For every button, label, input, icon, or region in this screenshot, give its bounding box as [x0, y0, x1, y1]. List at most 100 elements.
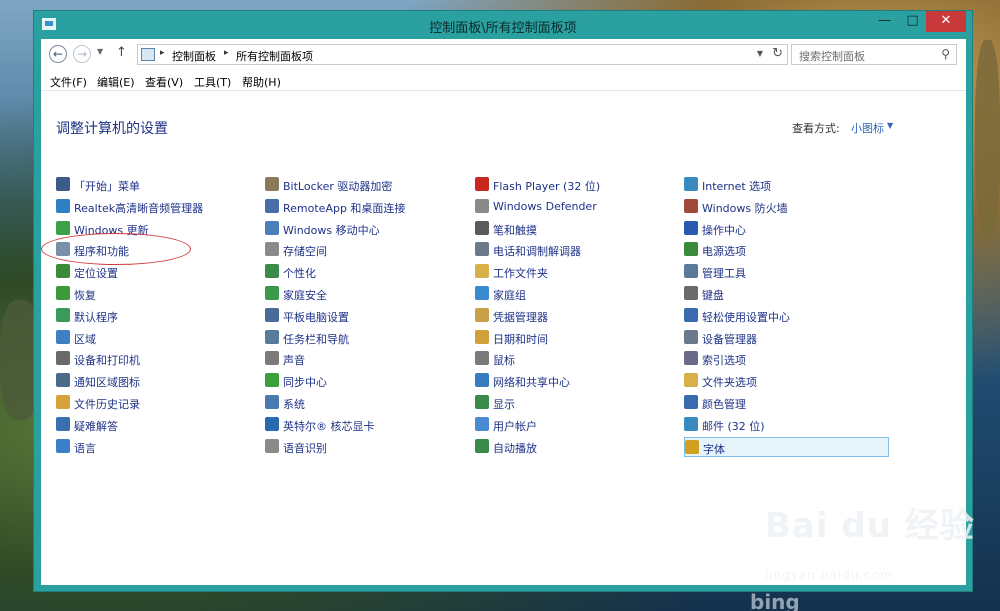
bitlocker-icon: [265, 177, 279, 191]
control-panel-item[interactable]: 颜色管理: [684, 393, 889, 413]
control-panel-item[interactable]: 笔和触摸: [475, 219, 680, 239]
default-programs-icon: [56, 307, 70, 322]
control-panel-item[interactable]: 工作文件夹: [475, 262, 680, 282]
search-icon[interactable]: ⚲: [941, 47, 950, 61]
control-panel-item[interactable]: 语言: [56, 437, 261, 457]
fonts-icon: [685, 439, 699, 454]
control-panel-item[interactable]: 设备管理器: [684, 328, 889, 348]
family-safety-icon: [265, 286, 279, 300]
control-panel-item[interactable]: 凭据管理器: [475, 306, 680, 326]
control-panel-item[interactable]: 疑难解答: [56, 415, 261, 435]
control-panel-item[interactable]: 显示: [475, 393, 680, 413]
breadcrumb-chevron-icon[interactable]: ▸: [160, 48, 165, 58]
forward-button[interactable]: →: [73, 45, 91, 63]
network-icon: [475, 373, 489, 388]
watermark-main: Bai du 经验: [765, 506, 975, 546]
chevron-down-icon[interactable]: ▼: [887, 121, 893, 130]
control-panel-item[interactable]: 声音: [265, 349, 470, 369]
control-panel-item-label: 显示: [493, 398, 515, 411]
control-panel-item[interactable]: 区域: [56, 328, 261, 348]
breadcrumb-all-items[interactable]: 所有控制面板项: [236, 48, 313, 64]
control-panel-item[interactable]: 存储空间: [265, 240, 470, 260]
personalization-icon: [265, 264, 279, 279]
maximize-button[interactable]: □: [900, 11, 925, 32]
menu-tools[interactable]: 工具(T): [194, 74, 231, 90]
control-panel-item-label: 用户帐户: [493, 419, 537, 433]
control-panel-item[interactable]: 文件历史记录: [56, 393, 261, 413]
control-panel-item[interactable]: 日期和时间: [475, 328, 680, 348]
control-panel-item[interactable]: 「开始」菜单: [56, 175, 261, 195]
keyboard-icon: [684, 286, 698, 300]
control-panel-item[interactable]: 个性化: [265, 262, 470, 282]
autoplay-icon: [475, 438, 489, 453]
control-panel-item[interactable]: 用户帐户: [475, 415, 680, 435]
control-panel-item[interactable]: 定位设置: [56, 262, 261, 282]
annotation-circle: [41, 233, 191, 265]
control-panel-item[interactable]: 默认程序: [56, 306, 261, 326]
control-panel-item[interactable]: RemoteApp 和桌面连接: [265, 197, 470, 217]
control-panel-item-label: 电源选项: [702, 245, 746, 259]
menu-view[interactable]: 查看(V): [145, 74, 183, 90]
taskbar-icon: [265, 329, 279, 344]
control-panel-item[interactable]: 自动播放: [475, 437, 680, 457]
control-panel-item-label: Realtek高清晰音频管理器: [74, 201, 204, 215]
control-panel-item[interactable]: 键盘: [684, 284, 889, 304]
recent-locations-icon[interactable]: ▼: [97, 47, 103, 56]
control-panel-item[interactable]: BitLocker 驱动器加密: [265, 175, 470, 195]
control-panel-item[interactable]: Windows 防火墙: [684, 197, 889, 217]
control-panel-item[interactable]: 恢复: [56, 284, 261, 304]
breadcrumb-control-panel[interactable]: 控制面板: [172, 48, 216, 64]
control-panel-item[interactable]: 设备和打印机: [56, 349, 261, 369]
control-panel-item[interactable]: 邮件 (32 位): [684, 415, 889, 435]
control-panel-item-label: 平板电脑设置: [283, 310, 349, 324]
control-panel-item[interactable]: 系统: [265, 393, 470, 413]
control-panel-item[interactable]: 索引选项: [684, 349, 889, 369]
address-field[interactable]: ▸ 控制面板 ▸ 所有控制面板项 ▼ ↻: [137, 44, 788, 65]
breadcrumb-chevron-icon[interactable]: ▸: [224, 48, 229, 58]
control-panel-item[interactable]: 网络和共享中心: [475, 371, 680, 391]
control-panel-item[interactable]: 鼠标: [475, 349, 680, 369]
menu-edit[interactable]: 编辑(E): [97, 74, 135, 90]
minimize-button[interactable]: —: [872, 11, 897, 32]
control-panel-item[interactable]: 平板电脑设置: [265, 306, 470, 326]
control-panel-item[interactable]: Windows 移动中心: [265, 219, 470, 239]
control-panel-item[interactable]: 操作中心: [684, 219, 889, 239]
control-panel-item[interactable]: Flash Player (32 位): [475, 175, 680, 195]
control-panel-item[interactable]: 家庭组: [475, 284, 680, 304]
view-by-dropdown[interactable]: 小图标: [851, 120, 884, 136]
control-panel-item[interactable]: 同步中心: [265, 371, 470, 391]
control-panel-item[interactable]: 管理工具: [684, 262, 889, 282]
back-button[interactable]: ←: [49, 45, 67, 63]
windows-defender-icon: [475, 198, 489, 213]
control-panel-item[interactable]: 轻松使用设置中心: [684, 306, 889, 326]
control-panel-item-label: 日期和时间: [493, 332, 548, 346]
control-panel-item[interactable]: 通知区域图标: [56, 371, 261, 391]
control-panel-item-label: 存储空间: [283, 245, 327, 259]
control-panel-item[interactable]: 电源选项: [684, 240, 889, 260]
control-panel-item-label: 语音识别: [283, 441, 327, 455]
title-bar[interactable]: 控制面板\所有控制面板项 — □ ✕: [34, 11, 972, 39]
refresh-icon[interactable]: ↻: [772, 46, 783, 61]
control-panel-item[interactable]: 文件夹选项: [684, 371, 889, 391]
control-panel-item-label: 设备和打印机: [74, 354, 140, 368]
control-panel-item[interactable]: 电话和调制解调器: [475, 240, 680, 260]
control-panel-item[interactable]: 家庭安全: [265, 284, 470, 304]
up-arrow-icon[interactable]: ↑: [116, 45, 127, 60]
control-panel-item-label: 自动播放: [493, 441, 537, 455]
control-panel-item[interactable]: 英特尔® 核芯显卡: [265, 415, 470, 435]
control-panel-item[interactable]: 语音识别: [265, 437, 470, 457]
control-panel-item[interactable]: Internet 选项: [684, 175, 889, 195]
start-menu-icon: [56, 177, 70, 191]
control-panel-item-label: 鼠标: [493, 354, 515, 368]
close-button[interactable]: ✕: [926, 11, 966, 32]
menu-help[interactable]: 帮助(H): [242, 74, 281, 90]
control-panel-item[interactable]: 字体: [684, 436, 889, 457]
control-panel-item-label: 语言: [74, 441, 96, 455]
search-input[interactable]: 搜索控制面板 ⚲: [791, 44, 957, 65]
control-panel-item[interactable]: Realtek高清晰音频管理器: [56, 197, 261, 217]
control-panel-item[interactable]: Windows Defender: [475, 197, 680, 217]
mail-icon: [684, 416, 698, 431]
address-dropdown-icon[interactable]: ▼: [757, 49, 763, 58]
control-panel-item[interactable]: 任务栏和导航: [265, 328, 470, 348]
menu-file[interactable]: 文件(F): [50, 74, 87, 90]
